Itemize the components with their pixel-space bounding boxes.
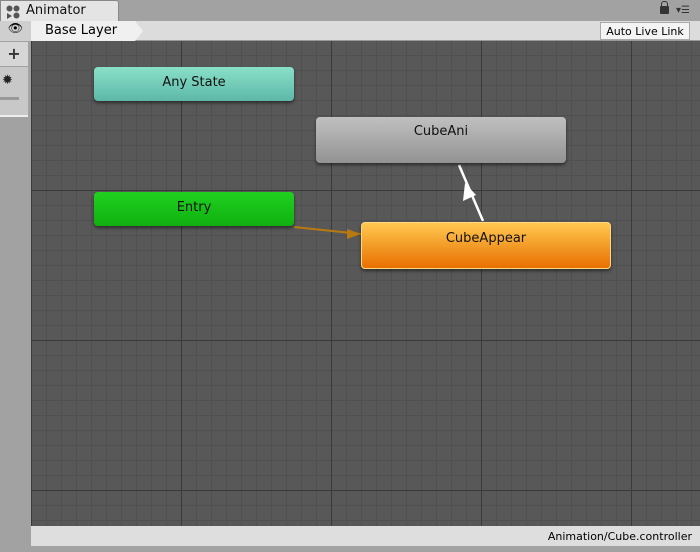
state-any-state[interactable]: Any State [94,67,294,101]
breadcrumb-base-layer[interactable]: Base Layer [31,21,143,41]
layer-weight-slider[interactable] [0,97,19,100]
toolbar: Base Layer [0,21,700,41]
add-layer-button[interactable]: + [0,42,28,66]
state-entry[interactable]: Entry [94,192,294,226]
status-bar: Animation/Cube.controller [31,526,700,546]
layer-item[interactable]: ✹ [0,67,28,117]
eye-icon[interactable]: 👁 [0,21,31,41]
arrow-icon [347,229,361,239]
auto-live-link-button[interactable]: Auto Live Link [600,22,690,40]
tab-title: Animator [26,3,86,18]
tab-animator[interactable]: Animator [0,0,119,21]
graph-canvas[interactable]: Any State Entry CubeAni CubeAppear [31,41,700,526]
menu-icon[interactable]: ▾☰ [676,5,690,16]
controller-path: Animation/Cube.controller [547,530,692,543]
state-cubeani[interactable]: CubeAni [316,117,566,163]
state-cubeappear[interactable]: CubeAppear [361,222,611,269]
gear-icon[interactable]: ✹ [2,73,13,88]
lock-icon[interactable] [660,1,669,14]
bottom-border [0,546,700,552]
layers-sidebar: 👁 + ✹ [0,21,31,546]
animator-icon [6,5,20,19]
transitions [293,164,485,239]
tab-bar: Animator ▾☰ [0,0,700,21]
